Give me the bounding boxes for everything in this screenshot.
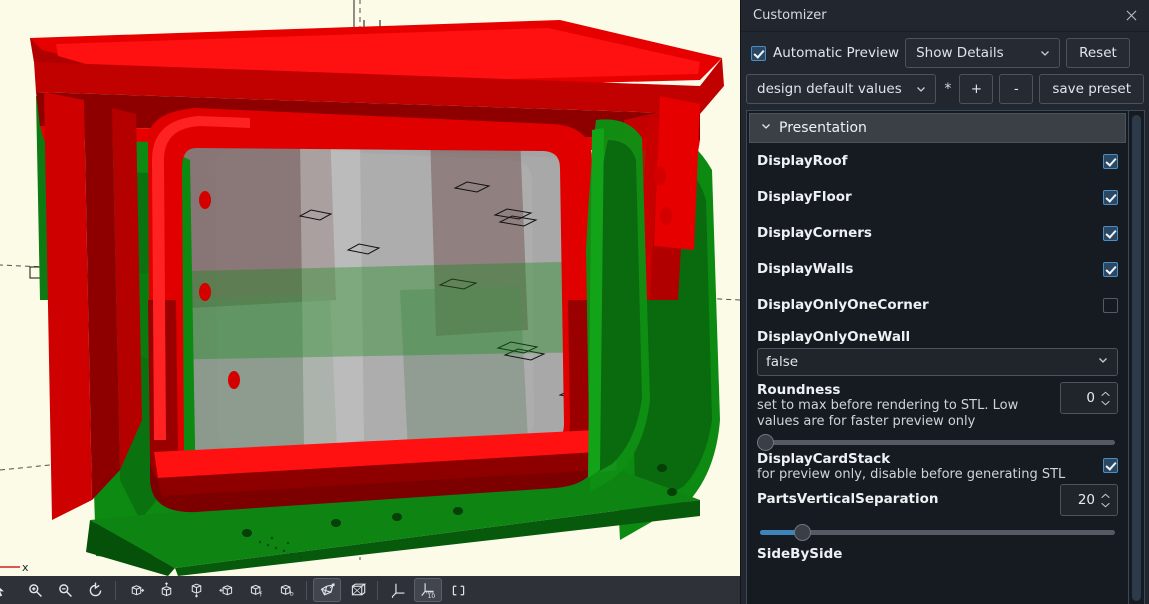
parameter-rows: DisplayRoof DisplayFloor DisplayCorners … bbox=[747, 143, 1128, 562]
parameters-body: Presentation DisplayRoof DisplayFloor Di… bbox=[741, 110, 1149, 604]
chevron-up-icon bbox=[1101, 493, 1110, 498]
param-description: set to max before rendering to STL. Low … bbox=[757, 398, 1019, 429]
svg-text:f: f bbox=[259, 591, 262, 598]
param-row-PartsVerticalSeparation: PartsVerticalSeparation 20 bbox=[757, 484, 1118, 542]
group-header-presentation[interactable]: Presentation bbox=[749, 113, 1126, 143]
param-checkbox[interactable] bbox=[1103, 458, 1118, 473]
automatic-preview-label: Automatic Preview bbox=[773, 45, 900, 61]
zoom-in-icon[interactable] bbox=[21, 578, 49, 602]
param-slider-roundness[interactable] bbox=[757, 432, 1118, 452]
param-value: 0 bbox=[1086, 390, 1095, 406]
param-label: DisplayFloor bbox=[757, 189, 852, 205]
param-label: DisplayWalls bbox=[757, 261, 854, 277]
details-select[interactable]: Show Details bbox=[905, 38, 1061, 68]
svg-text:10: 10 bbox=[427, 593, 435, 599]
page-title: Customizer bbox=[753, 8, 827, 23]
slider-track bbox=[760, 530, 1115, 535]
view-right-icon[interactable] bbox=[122, 578, 150, 602]
add-preset-button[interactable]: + bbox=[959, 74, 994, 104]
param-dropdown[interactable]: false bbox=[757, 348, 1118, 376]
customizer-panel: Customizer Automatic Preview Show Detail… bbox=[740, 0, 1149, 604]
viewport-area: x f b 10 bbox=[0, 0, 740, 604]
param-row-DisplayOnlyOneCorner[interactable]: DisplayOnlyOneCorner bbox=[757, 287, 1118, 323]
chevron-down-icon bbox=[1101, 400, 1110, 405]
param-label: DisplayOnlyOneWall bbox=[757, 329, 911, 345]
modified-marker: * bbox=[944, 81, 952, 97]
param-checkbox[interactable] bbox=[1103, 225, 1118, 241]
view-bottom-icon[interactable] bbox=[182, 578, 210, 602]
group-header-label: Presentation bbox=[779, 120, 867, 136]
param-checkbox[interactable] bbox=[1103, 297, 1118, 313]
param-label: DisplayCorners bbox=[757, 225, 872, 241]
param-row-DisplayOnlyOneWall: DisplayOnlyOneWall false bbox=[757, 323, 1118, 376]
param-checkbox[interactable] bbox=[1103, 261, 1118, 277]
show-scale-markers-icon[interactable]: 10 bbox=[414, 578, 442, 602]
preview-toolbar-row: Automatic Preview Show Details Reset bbox=[741, 32, 1149, 74]
show-crosshairs-icon[interactable] bbox=[444, 578, 472, 602]
param-label: DisplayRoof bbox=[757, 153, 848, 169]
remove-preset-button[interactable]: - bbox=[999, 74, 1034, 104]
view-left-icon[interactable] bbox=[212, 578, 240, 602]
slider-track bbox=[760, 440, 1115, 445]
view-back-icon[interactable]: b bbox=[272, 578, 300, 602]
param-spinbox-roundness[interactable]: 0 bbox=[1060, 382, 1118, 414]
customizer-title-bar: Customizer bbox=[741, 0, 1149, 32]
chevron-down-icon bbox=[1039, 47, 1051, 59]
chevron-down-icon bbox=[760, 120, 772, 136]
param-label: DisplayOnlyOneCorner bbox=[757, 297, 929, 313]
param-checkbox[interactable] bbox=[1103, 153, 1118, 169]
slider-handle[interactable] bbox=[757, 434, 774, 451]
perspective-view-icon[interactable] bbox=[313, 578, 341, 602]
param-slider-partsverticalseparation[interactable] bbox=[757, 522, 1118, 542]
preset-select[interactable]: design default values bbox=[746, 74, 937, 104]
parameters-scroll-area: Presentation DisplayRoof DisplayFloor Di… bbox=[746, 110, 1129, 604]
param-label: PartsVerticalSeparation bbox=[757, 491, 939, 507]
param-row-Roundness: Roundness set to max before rendering to… bbox=[757, 376, 1118, 452]
scrollbar-thumb[interactable] bbox=[1132, 115, 1141, 601]
automatic-preview-checkbox[interactable]: Automatic Preview bbox=[746, 45, 899, 61]
chevron-down-icon bbox=[1101, 502, 1110, 507]
param-row-SideBySide: SideBySide bbox=[757, 546, 1118, 562]
svg-text:x: x bbox=[22, 561, 29, 574]
reset-view-icon[interactable] bbox=[81, 578, 109, 602]
slider-handle[interactable] bbox=[794, 524, 811, 541]
param-label: Roundness bbox=[757, 382, 841, 398]
param-row-DisplayRoof[interactable]: DisplayRoof bbox=[757, 143, 1118, 179]
save-preset-button[interactable]: save preset bbox=[1039, 74, 1144, 104]
opernscad-window: x f b 10 Customizer Automatic Preview Sh… bbox=[0, 0, 1149, 604]
orthogonal-view-icon[interactable] bbox=[343, 578, 371, 602]
viewport-toolbar: f b 10 bbox=[0, 576, 740, 604]
param-row-DisplayCardStack: DisplayCardStack for preview only, disab… bbox=[757, 451, 1118, 483]
spinner-arrows[interactable] bbox=[1099, 391, 1112, 406]
param-spinbox-partsverticalseparation[interactable]: 20 bbox=[1060, 484, 1118, 516]
preset-select-value: design default values bbox=[757, 81, 902, 97]
select-cursor-icon[interactable] bbox=[0, 578, 14, 602]
vertical-scrollbar[interactable] bbox=[1129, 110, 1145, 604]
view-front-icon[interactable]: f bbox=[242, 578, 270, 602]
param-value: 20 bbox=[1077, 492, 1095, 508]
param-label: SideBySide bbox=[757, 546, 843, 562]
param-description: for preview only, disable before generat… bbox=[757, 467, 1066, 482]
zoom-out-icon[interactable] bbox=[51, 578, 79, 602]
view-top-icon[interactable] bbox=[152, 578, 180, 602]
param-checkbox[interactable] bbox=[1103, 189, 1118, 205]
details-select-value: Show Details bbox=[916, 45, 1004, 61]
chevron-up-icon bbox=[1101, 391, 1110, 396]
param-label: DisplayCardStack bbox=[757, 451, 891, 467]
param-dropdown-value: false bbox=[766, 354, 799, 370]
reset-button[interactable]: Reset bbox=[1066, 38, 1130, 68]
param-row-DisplayWalls[interactable]: DisplayWalls bbox=[757, 251, 1118, 287]
show-axes-icon[interactable] bbox=[384, 578, 412, 602]
chevron-down-icon bbox=[1097, 354, 1109, 370]
3d-viewport[interactable]: x bbox=[0, 0, 740, 576]
close-icon[interactable] bbox=[1121, 6, 1141, 26]
param-row-DisplayCorners[interactable]: DisplayCorners bbox=[757, 215, 1118, 251]
preset-toolbar-row: design default values * + - save preset bbox=[741, 74, 1149, 110]
param-row-DisplayFloor[interactable]: DisplayFloor bbox=[757, 179, 1118, 215]
spinner-arrows[interactable] bbox=[1099, 493, 1112, 508]
checkbox-box bbox=[751, 45, 766, 61]
svg-text:b: b bbox=[289, 590, 293, 597]
3d-model-render: x bbox=[0, 0, 740, 576]
chevron-down-icon bbox=[915, 83, 927, 95]
